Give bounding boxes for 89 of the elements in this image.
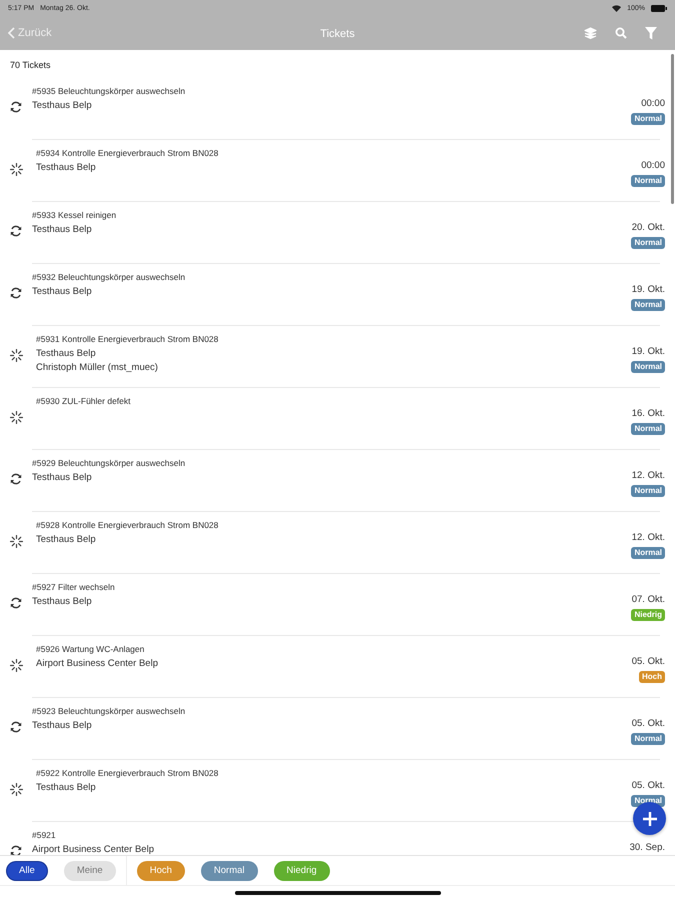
ticket-row[interactable]: #5932 Beleuchtungskörper auswechseln Testhaus Belp 19. Okt. Normal	[0, 264, 668, 326]
ticket-row[interactable]: #5930 ZUL-Fühler defekt 16. Okt. Normal	[0, 388, 668, 450]
ticket-date: 12. Okt.	[632, 470, 665, 482]
priority-badge: Normal	[631, 733, 665, 745]
ticket-title: #5935 Beleuchtungskörper auswechseln	[32, 85, 186, 98]
ticket-count: 70 Tickets	[10, 60, 51, 70]
ticket-title: #5931 Kontrolle Energieverbrauch Strom BN028	[36, 333, 220, 346]
priority-badge: Normal	[631, 361, 665, 373]
sparkle-icon	[10, 348, 22, 362]
ticket-date: 30. Sep.	[630, 842, 665, 854]
ticket-row[interactable]: #5927 Filter wechseln Testhaus Belp 07. Okt. Niedrig	[0, 574, 668, 636]
ticket-row[interactable]: #5929 Beleuchtungskörper auswechseln Testhaus Belp 12. Okt. Normal	[0, 450, 668, 512]
ticket-date: 07. Okt.	[632, 594, 665, 606]
ticket-detail: Testhaus Belp	[32, 471, 93, 484]
ticket-title: #5929 Beleuchtungskörper auswechseln	[32, 457, 186, 470]
ticket-title: #5921	[32, 829, 57, 842]
search-icon	[615, 27, 627, 39]
filter-icon	[645, 26, 657, 40]
filter-chip[interactable]: Alle	[6, 860, 48, 880]
ticket-detail: Testhaus Belp	[32, 285, 93, 298]
ticket-detail: Airport Business Center Belp	[32, 843, 155, 855]
ticket-row[interactable]: #5928 Kontrolle Energieverbrauch Strom BN028 Testhaus Belp 12. Okt. Normal	[0, 512, 668, 574]
chevron-icon	[8, 27, 15, 39]
plus-icon	[642, 810, 658, 826]
refresh-icon	[10, 597, 22, 609]
ticket-title: #5928 Kontrolle Energieverbrauch Strom BN028	[36, 519, 220, 532]
ticket-title: #5932 Beleuchtungskörper auswechseln	[32, 271, 186, 284]
screen-title: Tickets	[320, 28, 355, 40]
filter-button[interactable]	[645, 26, 657, 40]
priority-badge: Hoch	[639, 671, 665, 683]
ticket-title: #5923 Beleuchtungskörper auswechseln	[32, 705, 186, 718]
ticket-detail: Testhaus Belp	[32, 595, 93, 608]
priority-badge: Normal	[631, 485, 665, 497]
ticket-date: 12. Okt.	[632, 532, 665, 544]
ticket-date: 00:00	[641, 160, 665, 172]
sparkle-icon	[10, 410, 22, 424]
wifi-icon	[612, 4, 622, 12]
ticket-title: #5926 Wartung WC-Anlagen	[36, 643, 146, 656]
ticket-title: #5922 Kontrolle Energieverbrauch Strom BN028	[36, 767, 220, 780]
ticket-date: 19. Okt.	[632, 346, 665, 358]
ticket-row[interactable]: #5933 Kessel reinigen Testhaus Belp 20. Okt. Normal	[0, 202, 668, 264]
sparkle-icon	[10, 534, 22, 548]
sparkle-icon	[10, 658, 22, 672]
sparkle-icon	[10, 162, 22, 176]
ticket-title: #5934 Kontrolle Energieverbrauch Strom BN028	[36, 147, 220, 160]
ticket-detail: Testhaus Belp	[36, 161, 97, 174]
ticket-detail: Testhaus Belp	[36, 347, 97, 360]
priority-badge: Normal	[631, 547, 665, 559]
ticket-date: 20. Okt.	[632, 222, 665, 234]
ticket-date: 16. Okt.	[632, 408, 665, 420]
ticket-row[interactable]: #5934 Kontrolle Energieverbrauch Strom BN028 Testhaus Belp 00:00 Normal	[0, 140, 668, 202]
ticket-date: 05. Okt.	[632, 718, 665, 730]
add-button[interactable]	[633, 802, 666, 835]
priority-badge: Niedrig	[631, 609, 665, 621]
refresh-icon	[10, 721, 22, 733]
refresh-icon	[10, 225, 22, 237]
ticket-detail: Testhaus Belp	[32, 223, 93, 236]
ticket-title: #5933 Kessel reinigen	[32, 209, 118, 222]
layers-button[interactable]	[584, 26, 597, 40]
priority-badge: Normal	[631, 299, 665, 311]
priority-badge: Normal	[631, 175, 665, 187]
ticket-title: #5930 ZUL-Fühler defekt	[36, 395, 132, 408]
refresh-icon	[10, 287, 22, 299]
ticket-row[interactable]: #5935 Beleuchtungskörper auswechseln Testhaus Belp 00:00 Normal	[0, 78, 668, 140]
ticket-detail: Testhaus Belp	[32, 719, 93, 732]
ticket-date: 00:00	[641, 98, 665, 110]
priority-badge: Normal	[631, 113, 665, 125]
sparkle-icon	[10, 782, 22, 796]
ticket-detail: Airport Business Center Belp	[36, 657, 159, 670]
ticket-row[interactable]: #5931 Kontrolle Energieverbrauch Strom BN028 Testhaus Belp Christoph Müller (mst_muec) 19. Okt. Normal	[0, 326, 668, 388]
priority-badge: Normal	[631, 237, 665, 249]
refresh-icon	[10, 845, 22, 855]
refresh-icon	[10, 101, 22, 113]
ticket-detail: Testhaus Belp	[36, 533, 97, 546]
ticket-row[interactable]: #5926 Wartung WC-Anlagen Airport Business Center Belp 05. Okt. Hoch	[0, 636, 668, 698]
priority-badge: Normal	[631, 423, 665, 435]
ticket-detail: Christoph Müller (mst_muec)	[36, 361, 159, 374]
layers-icon	[584, 26, 597, 40]
ticket-title: #5927 Filter wechseln	[32, 581, 116, 594]
ticket-row[interactable]: #5922 Kontrolle Energieverbrauch Strom BN028 Testhaus Belp 05. Okt. Normal	[0, 760, 668, 822]
ticket-date: 05. Okt.	[632, 780, 665, 792]
ticket-date: 19. Okt.	[632, 284, 665, 296]
ticket-detail: Testhaus Belp	[32, 99, 93, 112]
refresh-icon	[10, 473, 22, 485]
ticket-date: 05. Okt.	[632, 656, 665, 668]
ticket-detail: Testhaus Belp	[36, 781, 97, 794]
search-button[interactable]	[615, 27, 627, 39]
ticket-row[interactable]: #5923 Beleuchtungskörper auswechseln Testhaus Belp 05. Okt. Normal	[0, 698, 668, 760]
battery-icon	[651, 4, 667, 12]
